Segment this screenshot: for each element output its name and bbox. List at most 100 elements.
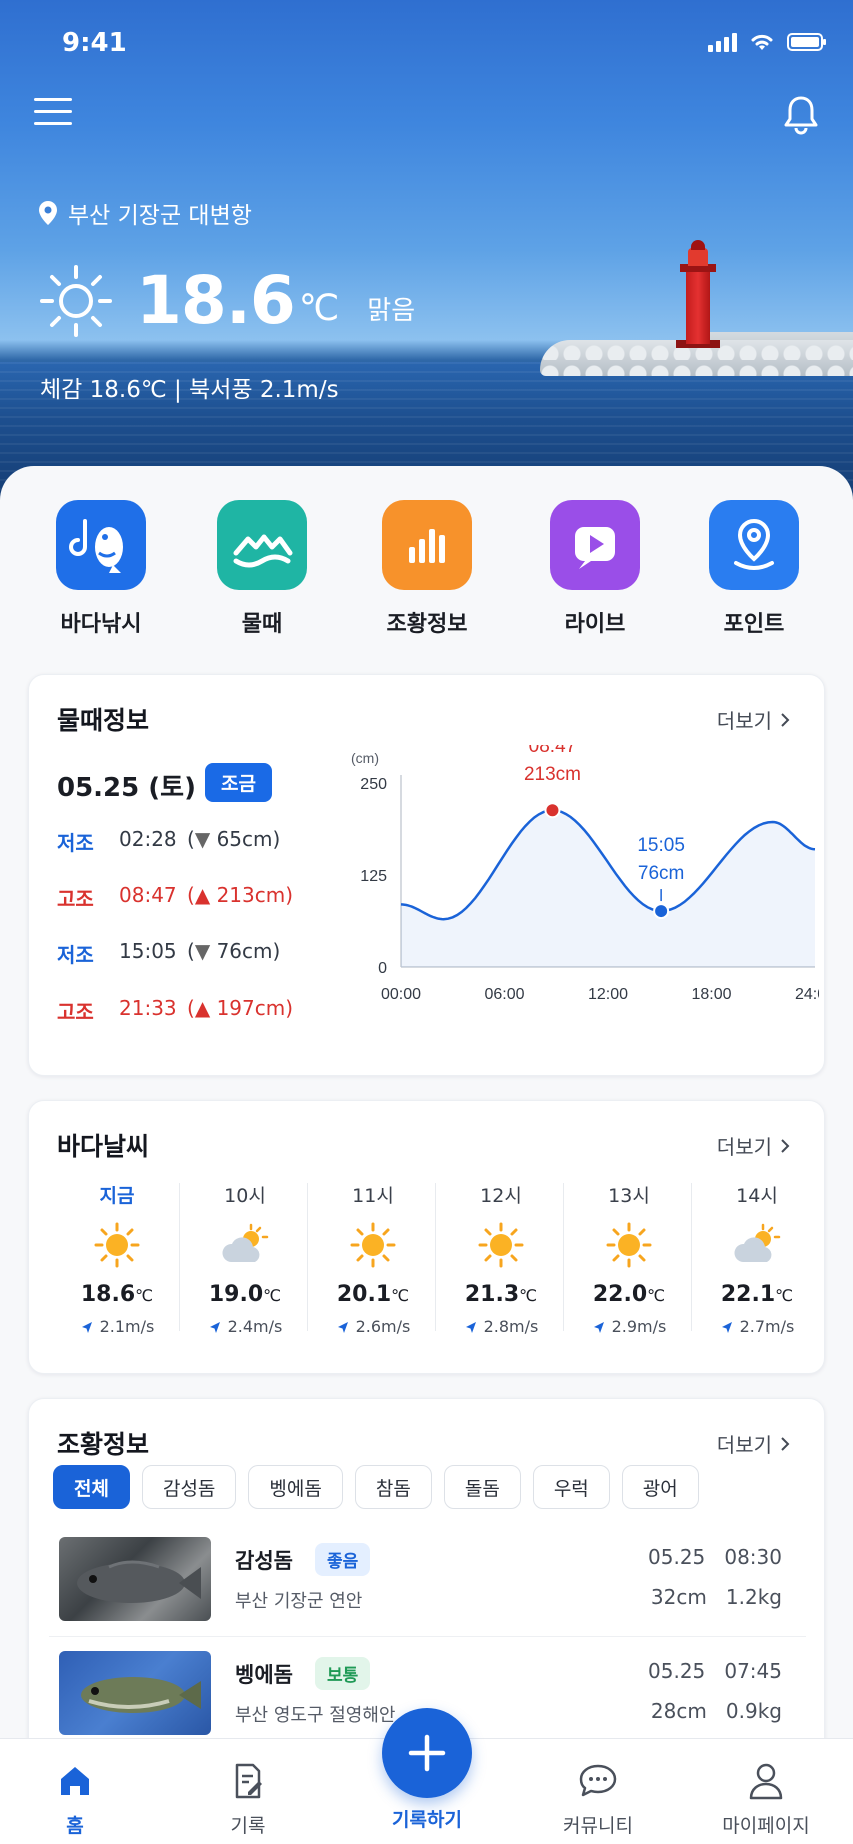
quick-tide[interactable]: 물때 (197, 500, 327, 638)
menu-button[interactable] (34, 98, 72, 130)
catch-datetime: 05.25 08:30 (648, 1545, 782, 1569)
status-bar: 9:41 (0, 28, 853, 58)
sun-icon (94, 1222, 140, 1268)
hour-wind: 2.4m/s (181, 1317, 309, 1336)
feels-like-wind: 체감 18.6℃ | 북서풍 2.1m/s (40, 377, 339, 403)
battery-icon (787, 33, 826, 51)
wifi-icon (751, 34, 773, 50)
sun-icon (350, 1222, 396, 1268)
location[interactable]: 부산 기장군 대변항 (38, 196, 252, 230)
y-tick-label: 0 (378, 960, 387, 977)
fish-filter-chips: 전체 감성돔 벵에돔 참돔 돌돔 우럭 광어 (53, 1465, 699, 1509)
quick-live[interactable]: 라이브 (530, 500, 660, 638)
tide-more-link[interactable]: 더보기 (717, 705, 790, 734)
chevron-right-icon (781, 1138, 790, 1153)
tide-phase-badge: 조금 (205, 763, 272, 802)
hour-temperature: 18.6℃ (80, 1282, 154, 1307)
chevron-right-icon (781, 712, 790, 727)
hour-label: 14시 (736, 1185, 778, 1207)
hourly-weather-item: 12시 21.3℃ 2.8m/s (437, 1181, 565, 1336)
sun-icon (606, 1222, 652, 1268)
hourly-weather-item: 13시 22.0℃ 2.9m/s (565, 1181, 693, 1336)
hour-temperature: 21.3℃ (464, 1282, 538, 1307)
hourly-weather-item: 14시 22.1℃ 2.7m/s (693, 1181, 821, 1336)
quick-menu: 바다낚시 물때 조황정보 라이브 포인트 (0, 500, 853, 640)
hour-label: 10시 (224, 1185, 266, 1207)
tide-row: 고조 08:47 (▲ 213cm) (57, 883, 294, 911)
hour-temperature: 22.0℃ (592, 1282, 666, 1307)
annotation-time: 15:05 (637, 835, 685, 856)
annotation-point (653, 903, 670, 920)
x-tick-label: 24:00 (795, 986, 819, 1003)
annotation-time: 08:47 (529, 745, 577, 757)
catch-size: 32cm 1.2kg (650, 1585, 782, 1609)
catch-fish-name: 벵에돔 (235, 1663, 293, 1687)
nav-home[interactable]: 홈 (10, 1759, 140, 1838)
current-temperature: 18.6 (136, 262, 296, 339)
home-icon (61, 1767, 89, 1795)
annotation-value: 213cm (524, 764, 581, 785)
catch-fish-name: 감성돔 (235, 1549, 293, 1573)
chip-rock-bream[interactable]: 돌돔 (443, 1465, 521, 1509)
x-tick-label: 18:00 (691, 986, 731, 1003)
chip-red-seabream[interactable]: 참돔 (354, 1465, 432, 1509)
partly-cloudy-icon (734, 1223, 781, 1262)
x-tick-label: 00:00 (381, 986, 421, 1003)
map-pin-icon (39, 201, 57, 225)
quick-fishing[interactable]: 바다낚시 (36, 500, 166, 638)
chip-rockfish[interactable]: 우럭 (532, 1465, 610, 1509)
quick-catch-report[interactable]: 조황정보 (362, 500, 492, 638)
hour-wind: 2.9m/s (565, 1317, 693, 1336)
nav-record[interactable]: 기록 (183, 1759, 313, 1838)
wind-direction-icon (337, 1321, 348, 1333)
catch-info-more-link[interactable]: 더보기 (717, 1429, 790, 1458)
chip-opaleye[interactable]: 벵에돔 (248, 1465, 343, 1509)
nav-community[interactable]: 커뮤니티 (533, 1759, 663, 1838)
quick-point[interactable]: 포인트 (689, 500, 819, 638)
wind-direction-icon (465, 1321, 476, 1333)
sea-weather-more-link[interactable]: 더보기 (717, 1131, 790, 1160)
nav-mypage[interactable]: 마이페이지 (701, 1759, 831, 1838)
wind-direction-icon (593, 1321, 604, 1333)
sun-icon (478, 1222, 524, 1268)
hour-temperature: 22.1℃ (720, 1282, 794, 1307)
catch-datetime: 05.25 07:45 (648, 1659, 782, 1683)
weather-condition: 맑음 (367, 296, 416, 326)
bell-icon (784, 96, 818, 135)
current-weather: 18.6 ℃ 맑음 (38, 262, 415, 339)
sun-icon (40, 264, 112, 337)
wind-direction-icon (209, 1321, 220, 1333)
hourly-weather-item: 11시 20.1℃ 2.6m/s (309, 1181, 437, 1336)
catch-grade-badge: 좋음 (315, 1543, 371, 1576)
plus-icon (408, 1734, 446, 1772)
hour-temperature: 19.0℃ (208, 1282, 282, 1307)
notification-button[interactable] (781, 94, 821, 136)
catch-list-item[interactable]: 감성돔 좋음 부산 기장군 연안 05.25 08:30 32cm 1.2kg (49, 1525, 806, 1637)
catch-grade-badge: 보통 (315, 1657, 371, 1690)
hero-banner: 9:41 부산 기장군 대변항 18.6 ℃ 맑음 체감 18.6℃ | 북서풍… (0, 0, 853, 500)
annotation-value: 76cm (638, 863, 684, 884)
catch-photo (59, 1537, 211, 1621)
catch-place: 부산 기장군 연안 (235, 1591, 363, 1612)
tide-row: 저조 15:05 (▼ 76cm) (57, 939, 281, 967)
chip-flounder[interactable]: 광어 (621, 1465, 699, 1509)
tide-card: 물때정보 더보기 05.25 (토) 조금 저조 02:28 (▼ 65cm) 고조… (28, 674, 825, 1076)
add-record-label: 기록하기 (392, 1809, 462, 1831)
catch-info-card: 조황정보 더보기 전체 감성돔 벵에돔 참돔 돌돔 우럭 광어 감성돔 좋음 부… (28, 1398, 825, 1758)
map-pin-icon (734, 518, 774, 570)
note-edit-icon (235, 1763, 262, 1799)
hourly-weather-item: 지금 18.6℃ 2.1m/s (53, 1181, 181, 1336)
tide-title: 물때정보 (57, 706, 150, 735)
wind-direction-icon (81, 1321, 92, 1333)
add-record-button[interactable] (382, 1708, 472, 1798)
partly-cloudy-icon (222, 1223, 269, 1262)
signal-icon (708, 32, 737, 52)
chip-black-porgy[interactable]: 감성돔 (141, 1465, 237, 1509)
hourly-weather-item: 10시 19.0℃ 2.4m/s (181, 1181, 309, 1336)
chat-icon (579, 1764, 617, 1797)
play-icon (575, 527, 615, 569)
hour-label: 11시 (352, 1185, 394, 1207)
x-tick-label: 12:00 (588, 986, 628, 1003)
chip-all[interactable]: 전체 (53, 1465, 130, 1509)
annotation-point (544, 802, 561, 819)
